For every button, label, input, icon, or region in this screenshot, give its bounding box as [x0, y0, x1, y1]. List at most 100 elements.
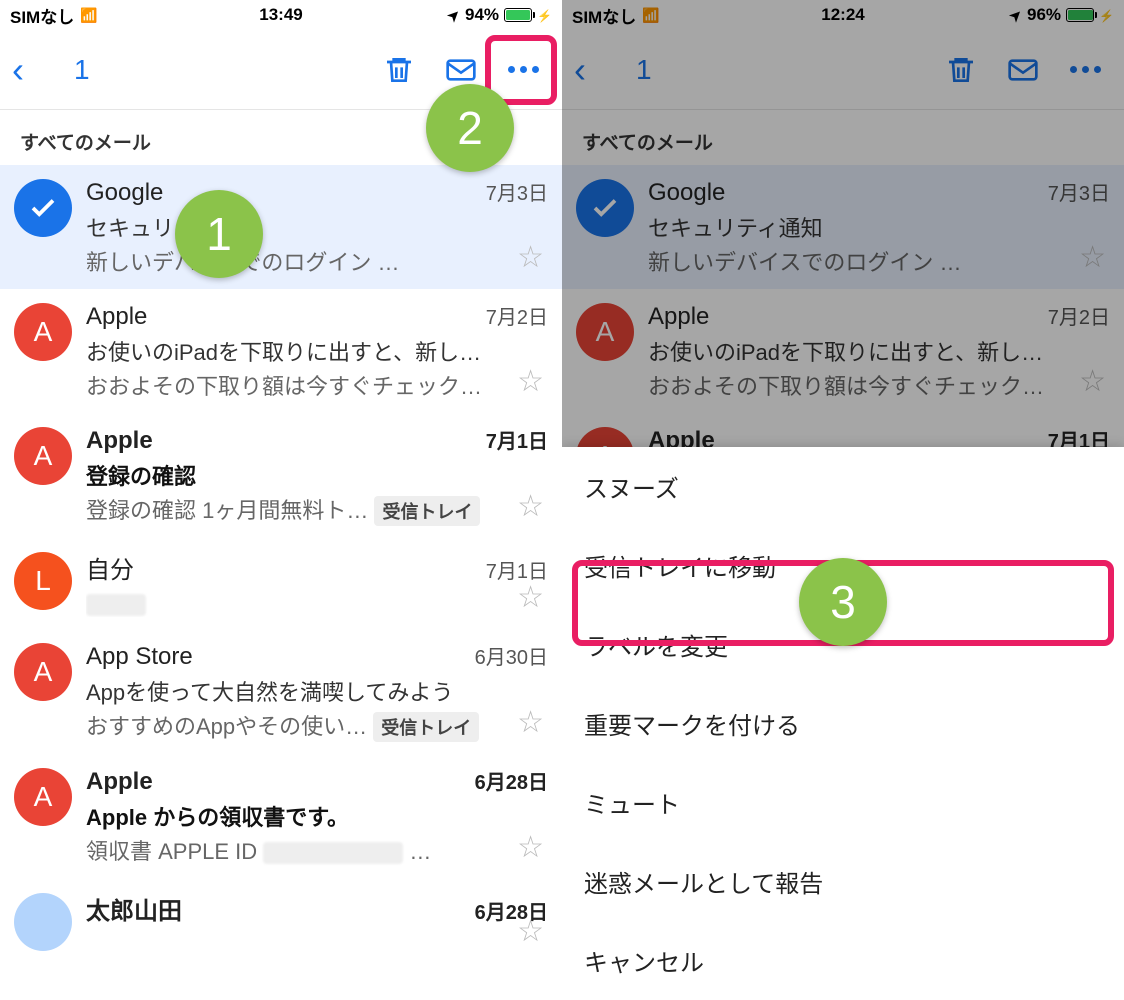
more-icon: [508, 66, 539, 73]
snippet: おおよその下取り額は今すぐチェック…: [648, 369, 1110, 401]
sender: Apple: [648, 303, 709, 331]
avatar[interactable]: A: [14, 768, 72, 826]
location-icon: [448, 5, 460, 25]
email-row[interactable]: A Apple 7月2日お使いのiPadを下取りに出すと、新し…おおよその下取り額は…: [562, 289, 1124, 413]
carrier-label: SIMなし: [572, 3, 636, 28]
sheet-item[interactable]: スヌーズ: [562, 447, 1124, 526]
email-row[interactable]: A Apple 7月2日お使いのiPadを下取りに出すと、新し…おおよその下取り額は…: [0, 289, 562, 413]
sheet-item[interactable]: キャンセル: [562, 921, 1124, 1000]
wifi-icon: [642, 5, 659, 25]
sender: Google: [648, 179, 725, 207]
label-chip: 受信トレイ: [373, 712, 479, 742]
sender: Apple: [86, 427, 153, 455]
subject: Appを使って大自然を満喫してみよう: [86, 675, 548, 707]
star-icon[interactable]: ☆: [517, 364, 544, 399]
date: 7月2日: [1048, 301, 1110, 330]
wifi-icon: [80, 5, 97, 25]
action-sheet: スヌーズ受信トレイに移動ラベルを変更重要マークを付けるミュート迷惑メールとして報…: [562, 447, 1124, 1000]
snippet: おおよその下取り額は今すぐチェック…: [86, 369, 548, 401]
battery-icon: [1066, 8, 1094, 22]
more-button[interactable]: [1058, 43, 1112, 97]
star-icon[interactable]: ☆: [517, 830, 544, 865]
annotation-badge-3: 3: [799, 558, 887, 646]
delete-button[interactable]: [372, 43, 426, 97]
label-chip: 受信トレイ: [409, 837, 515, 867]
avatar[interactable]: [576, 179, 634, 237]
avatar[interactable]: A: [576, 303, 634, 361]
snippet: 領収書 APPLE ID 受信トレイ: [86, 834, 548, 867]
star-icon[interactable]: ☆: [517, 705, 544, 740]
star-icon[interactable]: ☆: [1079, 240, 1106, 275]
star-icon[interactable]: ☆: [1079, 364, 1106, 399]
more-icon: [1070, 66, 1101, 73]
avatar[interactable]: A: [14, 427, 72, 485]
avatar[interactable]: A: [14, 643, 72, 701]
star-icon[interactable]: ☆: [517, 580, 544, 615]
date: 7月1日: [486, 425, 548, 454]
sender: Google: [86, 179, 163, 207]
date: 7月3日: [486, 177, 548, 206]
avatar[interactable]: [14, 179, 72, 237]
sheet-item[interactable]: 重要マークを付ける: [562, 684, 1124, 763]
location-icon: [1010, 5, 1022, 25]
delete-button[interactable]: [934, 43, 988, 97]
annotation-badge-1: 1: [175, 190, 263, 278]
snippet: 新しいデバイスでのログイン: [86, 245, 548, 277]
email-row[interactable]: L自分7月1日☆: [0, 538, 562, 629]
email-row[interactable]: A App Store 6月30日 Appを使って大自然を満喫してみようおすすめのAp…: [0, 629, 562, 754]
sender: App Store: [86, 643, 193, 671]
label-chip: 受信トレイ: [374, 496, 480, 526]
status-bar: SIMなし 12:24 96%: [562, 0, 1124, 30]
avatar[interactable]: A: [14, 303, 72, 361]
sheet-item[interactable]: ミュート: [562, 763, 1124, 842]
clock: 12:24: [821, 5, 864, 25]
back-button[interactable]: ‹: [574, 49, 586, 91]
avatar[interactable]: [14, 893, 72, 951]
sender: 自分: [86, 550, 134, 585]
date: 6月30日: [475, 641, 548, 670]
avatar[interactable]: L: [14, 552, 72, 610]
mark-unread-button[interactable]: [996, 43, 1050, 97]
phone-screen-right: SIMなし 12:24 96% ‹ 1: [562, 0, 1124, 1000]
charging-icon: [1099, 5, 1114, 25]
star-icon[interactable]: ☆: [517, 489, 544, 524]
section-header: すべてのメール: [562, 110, 1124, 165]
status-bar: SIMなし 13:49 94%: [0, 0, 562, 30]
date: 7月2日: [486, 301, 548, 330]
carrier-label: SIMなし: [10, 3, 74, 28]
battery-icon: [504, 8, 532, 22]
sender: 太郎山田: [86, 891, 182, 926]
sheet-item[interactable]: 迷惑メールとして報告: [562, 842, 1124, 921]
battery-percent: 96%: [1027, 5, 1061, 25]
subject: お使いのiPadを下取りに出すと、新し…: [648, 335, 1110, 367]
subject: お使いのiPadを下取りに出すと、新し…: [86, 335, 548, 367]
subject: Apple からの領収書です。: [86, 800, 548, 832]
selection-count: 1: [636, 54, 652, 86]
back-button[interactable]: ‹: [12, 49, 24, 91]
email-row[interactable]: Google 7月3日セキュリティ通知新しいデバイスでのログイン ☆: [0, 165, 562, 289]
date: 7月3日: [1048, 177, 1110, 206]
star-icon[interactable]: ☆: [517, 240, 544, 275]
annotation-badge-2: 2: [426, 84, 514, 172]
date: 6月28日: [475, 766, 548, 795]
email-row[interactable]: A Apple 7月1日登録の確認登録の確認 1ヶ月間無料ト… 受信トレイ☆: [0, 413, 562, 538]
email-row[interactable]: Google7月3日セキュリティ通知新しいデバイスでのログイン ☆: [562, 165, 1124, 289]
email-row[interactable]: A Apple 6月28日 Apple からの領収書です。領収書 APPLE ID 受…: [0, 754, 562, 879]
snippet: [86, 591, 548, 617]
star-icon[interactable]: ☆: [517, 914, 544, 949]
snippet: 登録の確認 1ヶ月間無料ト… 受信トレイ: [86, 493, 548, 526]
email-row[interactable]: 太郎山田6月28日☆: [0, 879, 562, 963]
email-list[interactable]: Google 7月3日セキュリティ通知新しいデバイスでのログイン ☆ A Apple 7…: [0, 165, 562, 963]
subject: セキュリティ通知: [86, 211, 548, 243]
clock: 13:49: [259, 5, 302, 25]
charging-icon: [537, 5, 552, 25]
snippet: 新しいデバイスでのログイン: [648, 245, 1110, 277]
sender: Apple: [86, 303, 147, 331]
snippet: おすすめのAppやその使い… 受信トレイ: [86, 709, 548, 742]
subject: 登録の確認: [86, 459, 548, 491]
more-button[interactable]: [496, 43, 550, 97]
nav-bar: ‹ 1: [562, 30, 1124, 110]
battery-percent: 94%: [465, 5, 499, 25]
sender: Apple: [86, 768, 153, 796]
selection-count: 1: [74, 54, 90, 86]
